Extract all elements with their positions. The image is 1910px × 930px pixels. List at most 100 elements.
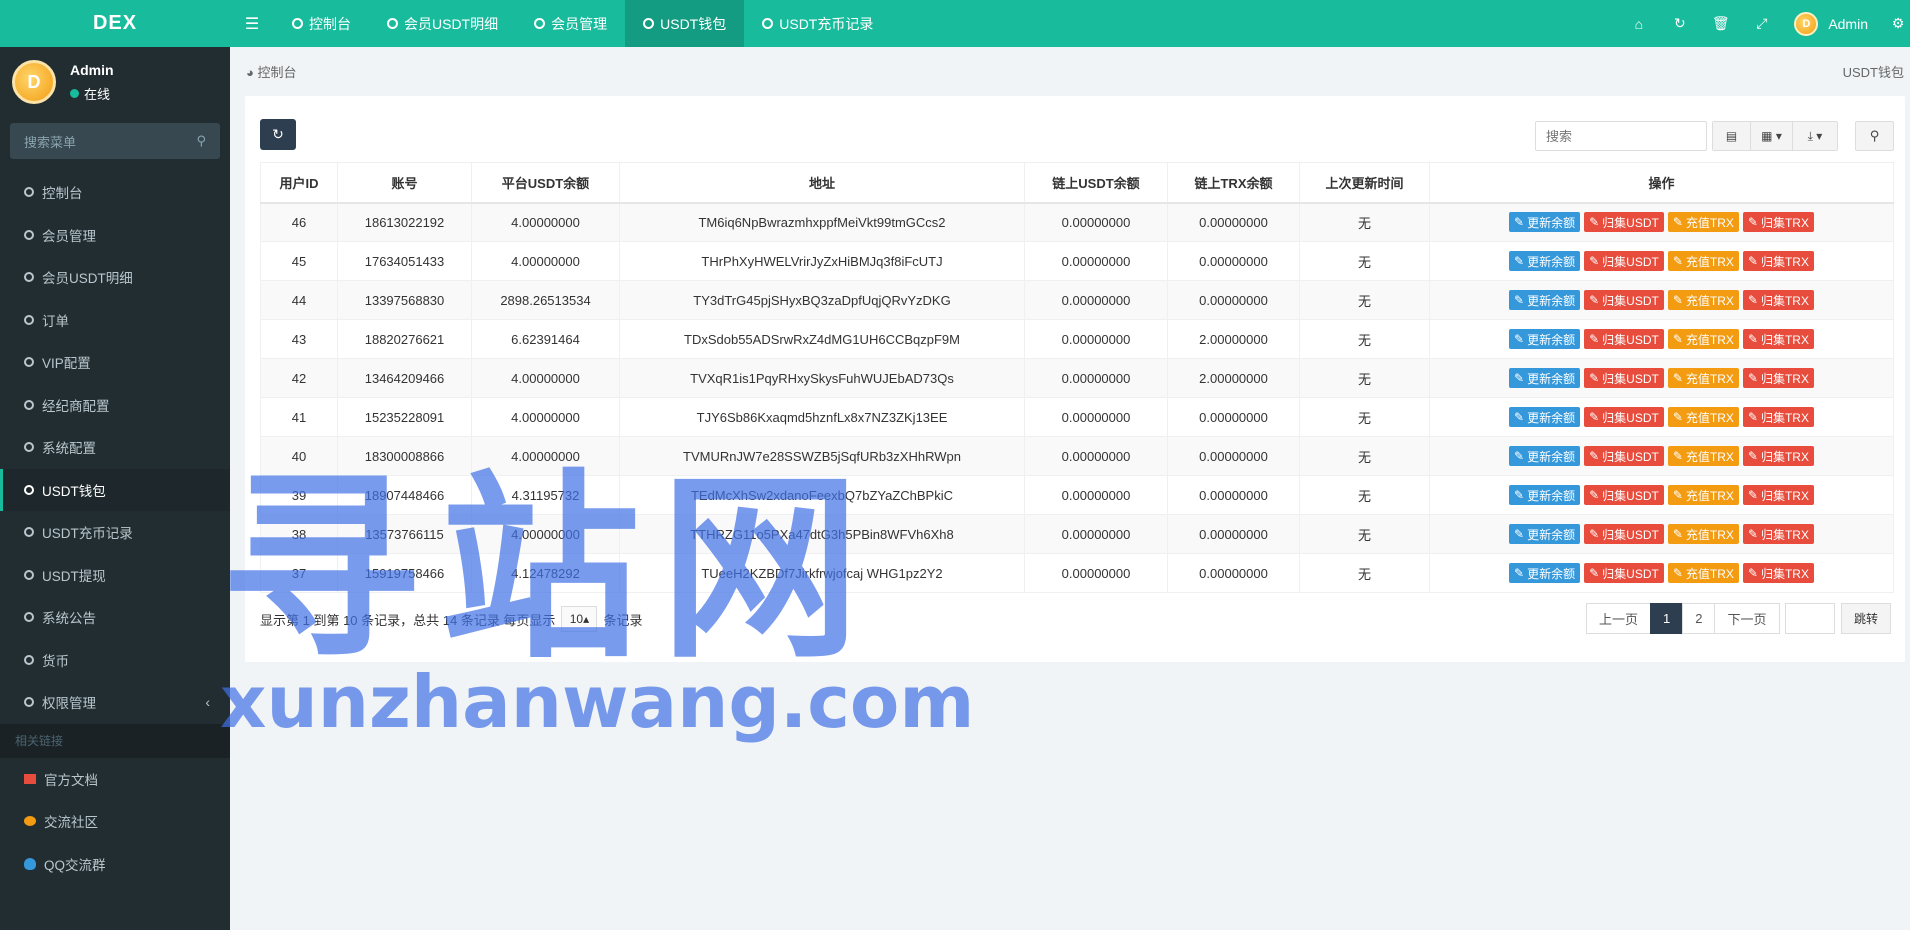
sidebar-item-vip-config[interactable]: VIP配置	[0, 341, 230, 384]
column-header[interactable]: 账号	[337, 162, 472, 204]
column-header[interactable]: 操作	[1429, 162, 1894, 204]
collect-usdt-button[interactable]: ✎ 归集USDT	[1584, 446, 1664, 466]
page-size-select[interactable]: 10 ▴	[561, 606, 598, 632]
collect-usdt-button[interactable]: ✎ 归集USDT	[1584, 212, 1664, 233]
sidebar-link-docs[interactable]: 官方文档	[0, 758, 230, 801]
collect-usdt-button[interactable]: ✎ 归集USDT	[1584, 524, 1664, 544]
top-user-menu[interactable]: D Admin	[1782, 11, 1886, 36]
column-header[interactable]: 链上TRX余额	[1167, 162, 1300, 204]
trash-icon[interactable]: 🗑	[1700, 0, 1741, 47]
refresh-icon[interactable]: ↻	[1659, 0, 1700, 47]
sidebar-link-qq-group[interactable]: QQ交流群	[0, 843, 230, 886]
collect-trx-button[interactable]: ✎ 归集TRX	[1742, 485, 1814, 505]
update-balance-button[interactable]: ✎ 更新余额	[1509, 485, 1581, 505]
update-balance-button[interactable]: ✎ 更新余额	[1509, 563, 1581, 583]
collect-usdt-button[interactable]: ✎ 归集USDT	[1584, 251, 1664, 271]
collect-usdt-button[interactable]: ✎ 归集USDT	[1584, 329, 1664, 349]
fullscreen-icon[interactable]: ⤢	[1741, 0, 1782, 47]
sidebar-item-dashboard[interactable]: 控制台	[0, 171, 230, 214]
column-header[interactable]: 用户ID	[260, 162, 338, 204]
prev-page-button[interactable]: 上一页	[1586, 603, 1652, 634]
recharge-trx-button[interactable]: ✎ 充值TRX	[1667, 563, 1739, 583]
column-header[interactable]: 链上USDT余额	[1024, 162, 1168, 204]
table-cell: 39	[260, 475, 338, 515]
columns-dropdown-icon[interactable]: ▦ ▾	[1751, 122, 1793, 150]
tab-usdt-deposit-records[interactable]: USDT充币记录	[744, 0, 891, 47]
update-balance-button[interactable]: ✎ 更新余额	[1509, 212, 1581, 233]
tab-member-usdt-detail[interactable]: 会员USDT明细	[369, 0, 516, 47]
recharge-trx-button[interactable]: ✎ 充值TRX	[1667, 329, 1739, 349]
collect-trx-button[interactable]: ✎ 归集TRX	[1742, 251, 1814, 271]
recharge-trx-button[interactable]: ✎ 充值TRX	[1667, 212, 1739, 233]
sidebar-link-community[interactable]: 交流社区	[0, 800, 230, 843]
pencil-icon: ✎	[1747, 410, 1758, 424]
update-balance-button[interactable]: ✎ 更新余额	[1509, 368, 1581, 388]
jump-button[interactable]: 跳转	[1841, 603, 1891, 634]
collect-usdt-button[interactable]: ✎ 归集USDT	[1584, 485, 1664, 505]
tab-usdt-wallet[interactable]: USDT钱包	[625, 0, 745, 47]
tab-dashboard[interactable]: 控制台	[274, 0, 369, 47]
recharge-trx-button[interactable]: ✎ 充值TRX	[1667, 524, 1739, 544]
table-cell: 4.00000000	[471, 358, 620, 398]
sidebar-item-system-config[interactable]: 系统配置	[0, 426, 230, 469]
column-header[interactable]: 平台USDT余额	[471, 162, 620, 204]
collect-usdt-button[interactable]: ✎ 归集USDT	[1584, 290, 1664, 310]
collect-trx-button[interactable]: ✎ 归集TRX	[1742, 446, 1814, 466]
update-balance-button[interactable]: ✎ 更新余额	[1509, 329, 1581, 349]
collect-usdt-button[interactable]: ✎ 归集USDT	[1584, 563, 1664, 583]
recharge-trx-button[interactable]: ✎ 充值TRX	[1667, 368, 1739, 388]
refresh-button[interactable]: ↻	[260, 119, 296, 150]
sidebar-item-orders[interactable]: 订单	[0, 299, 230, 342]
sidebar-item-usdt-withdraw[interactable]: USDT提现	[0, 554, 230, 597]
recharge-trx-button[interactable]: ✎ 充值TRX	[1667, 407, 1739, 427]
collect-trx-button[interactable]: ✎ 归集TRX	[1742, 407, 1814, 427]
sidebar-item-permissions[interactable]: 权限管理 ‹	[0, 681, 230, 724]
sidebar-item-member-usdt-detail[interactable]: 会员USDT明细	[0, 256, 230, 299]
breadcrumb-home[interactable]: ◕ 控制台	[246, 62, 297, 81]
update-balance-button[interactable]: ✎ 更新余额	[1509, 407, 1581, 427]
update-balance-button[interactable]: ✎ 更新余额	[1509, 524, 1581, 544]
tab-member-management[interactable]: 会员管理	[516, 0, 625, 47]
collect-trx-button[interactable]: ✎ 归集TRX	[1742, 563, 1814, 583]
column-header[interactable]: 地址	[619, 162, 1025, 204]
collect-usdt-button[interactable]: ✎ 归集USDT	[1584, 407, 1664, 427]
next-page-button[interactable]: 下一页	[1714, 603, 1780, 634]
recharge-trx-button[interactable]: ✎ 充值TRX	[1667, 251, 1739, 271]
sidebar-search-input[interactable]: 搜索菜单 ⚲	[10, 123, 220, 159]
hamburger-menu-icon[interactable]: ☰	[230, 0, 274, 47]
collect-trx-button[interactable]: ✎ 归集TRX	[1742, 290, 1814, 310]
update-balance-button[interactable]: ✎ 更新余额	[1509, 251, 1581, 271]
collect-usdt-button[interactable]: ✎ 归集USDT	[1584, 368, 1664, 388]
app-logo[interactable]: DEX	[0, 0, 230, 47]
settings-gear-icon[interactable]: ⚙	[1886, 0, 1910, 47]
toggle-view-icon[interactable]: ▤	[1713, 122, 1751, 150]
export-dropdown-icon[interactable]: ⤓ ▾	[1793, 122, 1837, 150]
home-icon[interactable]: ⌂	[1618, 0, 1659, 47]
pencil-icon: ✎	[1672, 566, 1683, 580]
update-balance-button[interactable]: ✎ 更新余额	[1509, 446, 1581, 466]
sidebar-item-usdt-deposit-records[interactable]: USDT充币记录	[0, 511, 230, 554]
circle-icon	[24, 484, 34, 495]
sidebar-item-label: USDT提现	[42, 568, 106, 584]
recharge-trx-button[interactable]: ✎ 充值TRX	[1667, 290, 1739, 310]
collect-trx-button[interactable]: ✎ 归集TRX	[1742, 212, 1814, 233]
update-balance-button[interactable]: ✎ 更新余额	[1509, 290, 1581, 310]
collect-trx-button[interactable]: ✎ 归集TRX	[1742, 329, 1814, 349]
sidebar-item-announcements[interactable]: 系统公告	[0, 596, 230, 639]
action-label: 归集TRX	[1760, 371, 1809, 386]
collect-trx-button[interactable]: ✎ 归集TRX	[1742, 524, 1814, 544]
sidebar-item-members[interactable]: 会员管理	[0, 214, 230, 257]
page-button-1[interactable]: 1	[1650, 603, 1684, 634]
search-input[interactable]	[1535, 121, 1707, 151]
collect-trx-button[interactable]: ✎ 归集TRX	[1742, 368, 1814, 388]
sidebar-item-broker-config[interactable]: 经纪商配置	[0, 384, 230, 427]
recharge-trx-button[interactable]: ✎ 充值TRX	[1667, 446, 1739, 466]
jump-page-input[interactable]	[1785, 603, 1835, 634]
page-button-2[interactable]: 2	[1682, 603, 1716, 634]
column-header[interactable]: 上次更新时间	[1299, 162, 1430, 204]
sidebar-item-usdt-wallet[interactable]: USDT钱包	[0, 468, 230, 511]
search-button[interactable]: ⚲	[1855, 121, 1894, 151]
sidebar-item-currency[interactable]: 货币	[0, 639, 230, 682]
recharge-trx-button[interactable]: ✎ 充值TRX	[1667, 485, 1739, 505]
search-icon[interactable]: ⚲	[196, 133, 206, 149]
